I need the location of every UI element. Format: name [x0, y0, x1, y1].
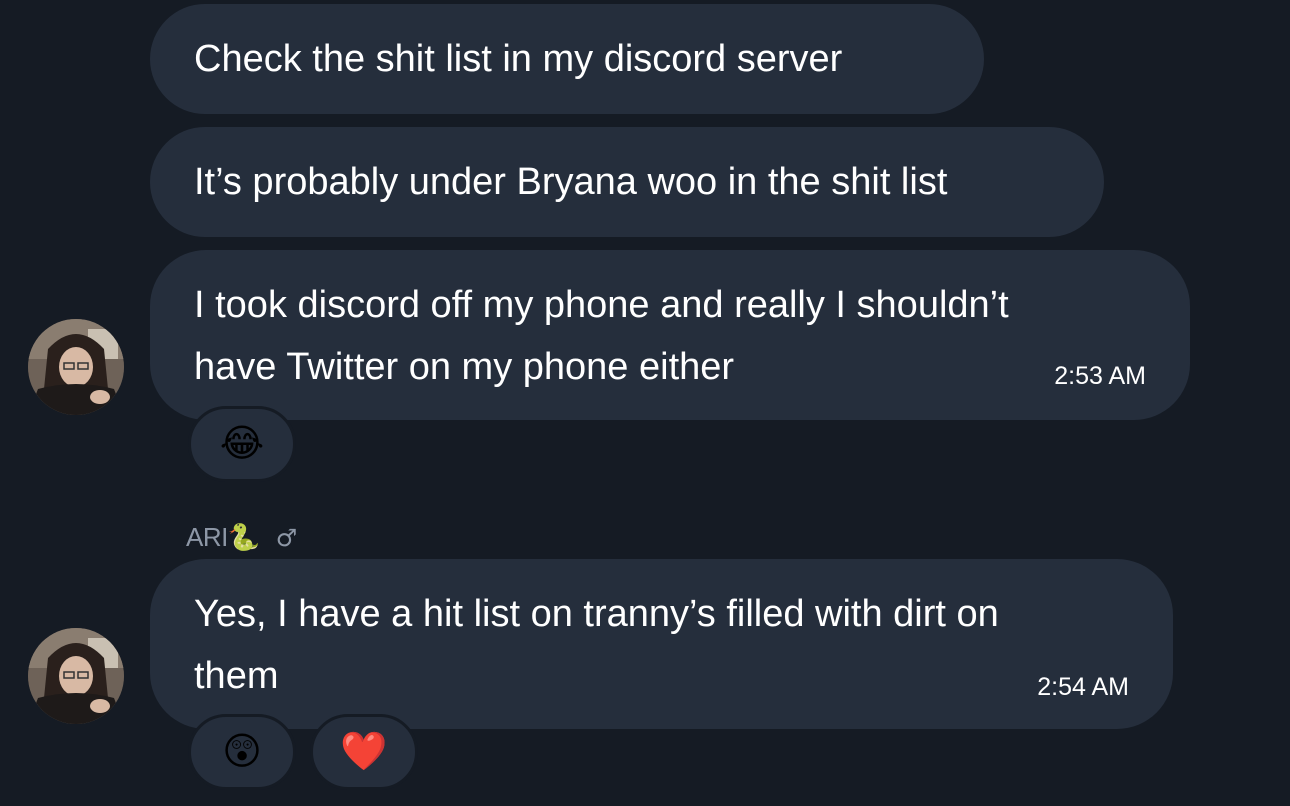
avatar-photo	[28, 628, 124, 724]
message-text: Check the shit list in my discord server	[194, 38, 843, 80]
sender-name-text: ARI	[186, 522, 228, 552]
message-text-line: I took discord off my phone and really I…	[194, 284, 1009, 326]
message-bubble[interactable]: It’s probably under Bryana woo in the sh…	[150, 127, 1104, 237]
snake-icon: 🐍	[227, 522, 260, 552]
message-text: It’s probably under Bryana woo in the sh…	[194, 161, 948, 203]
message-timestamp: 2:53 AM	[1054, 362, 1146, 390]
sender-avatar[interactable]	[28, 319, 124, 415]
face-with-tears-of-joy-icon: 😂	[219, 423, 265, 465]
message-text-line: them	[194, 655, 279, 697]
reaction-astonished-face[interactable]: 😲	[188, 714, 296, 790]
message-timestamp: 2:54 AM	[1037, 673, 1129, 701]
reaction-face-with-tears-of-joy[interactable]: 😂	[188, 406, 296, 482]
sender-avatar[interactable]	[28, 628, 124, 724]
sender-name: ARI🐍 ♂	[186, 520, 297, 555]
red-heart-icon: ❤️	[340, 731, 388, 773]
message-bubble[interactable]: Yes, I have a hit list on tranny’s fille…	[150, 559, 1173, 729]
male-sign-icon: ♂	[275, 524, 298, 552]
message-bubble[interactable]: Check the shit list in my discord server	[150, 4, 984, 114]
chat-screen: Check the shit list in my discord server…	[0, 0, 1290, 806]
astonished-face-icon: 😲	[222, 731, 262, 773]
message-text-line: Yes, I have a hit list on tranny’s fille…	[194, 593, 999, 635]
message-text-line: have Twitter on my phone either	[194, 346, 735, 388]
avatar-photo	[28, 319, 124, 415]
reaction-red-heart[interactable]: ❤️	[310, 714, 418, 790]
message-bubble[interactable]: I took discord off my phone and really I…	[150, 250, 1190, 420]
